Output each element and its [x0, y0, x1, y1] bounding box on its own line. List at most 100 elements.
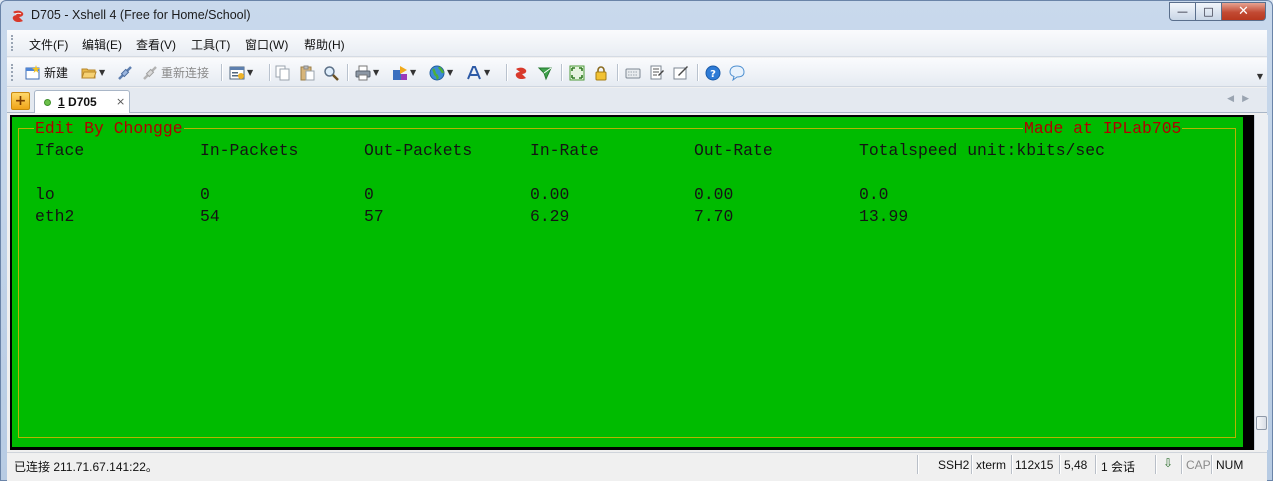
menu-help[interactable]: 帮助(H) [304, 36, 345, 53]
terminal-screen[interactable]: Edit By Chongge Made at IPLab705 Iface I… [12, 117, 1243, 447]
new-session-button[interactable]: 新建 [25, 63, 68, 82]
xftp-icon [537, 67, 552, 80]
banner-left: Edit By Chongge [34, 118, 184, 140]
terminal-size: 112x15 [1015, 458, 1054, 472]
svg-text:?: ? [710, 69, 716, 80]
open-folder-icon [81, 68, 97, 78]
toolbar-separator [561, 64, 562, 81]
header-iface: Iface [35, 141, 85, 160]
reconnect-button[interactable]: 重新连接 [142, 63, 209, 82]
close-button[interactable]: ✕ [1222, 2, 1266, 21]
header-out-rate: Out-Rate [694, 141, 773, 160]
keyboard-button[interactable] [625, 63, 641, 82]
row-eth2-in-packets: 54 [200, 207, 220, 226]
print-button[interactable]: ▼ [355, 63, 379, 82]
banner-right: Made at IPLab705 [1023, 118, 1183, 140]
row-lo-total: 0.0 [859, 185, 889, 204]
lock-button[interactable] [593, 63, 609, 82]
tab-number: 1 [58, 95, 65, 109]
tab-label: 1 D705 [58, 95, 97, 109]
font-button[interactable]: ▼ [466, 63, 490, 82]
menu-bar: 文件(F) 编辑(E) 查看(V) 工具(T) 窗口(W) 帮助(H) [7, 30, 1267, 57]
globe-dropdown-icon[interactable]: ▼ [447, 68, 453, 77]
properties-button[interactable]: ▼ [229, 63, 253, 82]
terminal-pane[interactable]: Edit By Chongge Made at IPLab705 Iface I… [10, 115, 1254, 450]
fullscreen-icon [569, 65, 585, 80]
row-eth2-out-packets: 57 [364, 207, 384, 226]
transfer-icon [393, 65, 407, 80]
xshell-logo-icon[interactable] [10, 8, 26, 24]
title-bar[interactable]: D705 - Xshell 4 (Free for Home/School) —… [1, 1, 1272, 30]
print-dropdown-icon[interactable]: ▼ [373, 68, 379, 77]
header-totalspeed: Totalspeed unit:kbits/sec [859, 141, 1105, 160]
find-button[interactable] [323, 63, 339, 82]
terminal-scrollbar[interactable] [1254, 115, 1268, 450]
maximize-icon: □ [1203, 5, 1214, 18]
transfer-button[interactable]: ▼ [392, 63, 416, 82]
open-button[interactable]: ▼ [81, 63, 105, 82]
toolbar-overflow-icon[interactable]: ▼ [1257, 72, 1263, 81]
print-icon [355, 65, 371, 80]
scrollbar-thumb[interactable] [1256, 416, 1267, 430]
compose-button[interactable] [673, 63, 689, 82]
download-arrow-icon[interactable]: ⇩ [1163, 456, 1173, 470]
tab-scroll-arrows-icon[interactable]: ◀▶ [1227, 94, 1257, 104]
terminal-type: xterm [976, 458, 1006, 472]
transfer-dropdown-icon[interactable]: ▼ [410, 68, 416, 77]
caps-lock-indicator: CAP [1186, 458, 1211, 472]
terminal-box-frame [18, 128, 1236, 438]
font-dropdown-icon[interactable]: ▼ [484, 68, 490, 77]
status-separator [1155, 455, 1156, 474]
tab-bar: + 1 D705 × ◀▶ [7, 88, 1267, 113]
open-dropdown-icon[interactable]: ▼ [99, 68, 105, 77]
toolbar-grip[interactable] [11, 64, 14, 81]
status-separator [1211, 455, 1212, 474]
toolbar-separator [697, 64, 698, 81]
add-tab-button[interactable]: + [11, 92, 30, 110]
header-in-packets: In-Packets [200, 141, 299, 160]
find-icon [324, 65, 339, 81]
toolbar-separator [221, 64, 222, 81]
connection-status-icon [44, 99, 51, 106]
properties-dropdown-icon[interactable]: ▼ [247, 68, 253, 77]
num-lock-indicator: NUM [1216, 458, 1244, 472]
paste-icon [300, 65, 315, 80]
properties-icon [229, 66, 245, 79]
client-area: 文件(F) 编辑(E) 查看(V) 工具(T) 窗口(W) 帮助(H) 新建 ▼ [7, 30, 1268, 481]
chat-button[interactable] [729, 63, 745, 82]
toolbar-separator [347, 64, 348, 81]
minimize-button[interactable]: — [1169, 2, 1196, 21]
fullscreen-button[interactable] [569, 63, 585, 82]
header-out-packets: Out-Packets [364, 141, 473, 160]
paste-button[interactable] [299, 63, 315, 82]
menu-window[interactable]: 窗口(W) [245, 36, 288, 53]
maximize-button[interactable]: □ [1196, 2, 1222, 21]
status-separator [1095, 455, 1096, 474]
tab-d705[interactable]: 1 D705 × [34, 90, 130, 113]
row-eth2-out-rate: 7.70 [694, 207, 734, 226]
copy-button[interactable] [275, 63, 291, 82]
help-icon: ? [705, 65, 721, 80]
reconnect-icon [143, 65, 157, 80]
script-icon [650, 65, 664, 79]
menu-view[interactable]: 查看(V) [136, 36, 176, 53]
toolbar-separator [506, 64, 507, 81]
xshell-button[interactable] [513, 63, 529, 82]
script-button[interactable] [649, 63, 665, 82]
menubar-grip[interactable] [11, 35, 14, 51]
row-lo-in-rate: 0.00 [530, 185, 570, 204]
xftp-button[interactable] [537, 63, 553, 82]
plus-icon: + [14, 93, 27, 109]
status-bar: 已连接 211.71.67.141:22。 SSH2 xterm 112x15 … [7, 452, 1267, 476]
menu-edit[interactable]: 编辑(E) [82, 36, 122, 53]
menu-file[interactable]: 文件(F) [29, 36, 68, 53]
header-in-rate: In-Rate [530, 141, 599, 160]
status-separator [1181, 455, 1182, 474]
tab-close-icon[interactable]: × [116, 95, 125, 108]
connect-button[interactable] [117, 63, 133, 82]
status-separator [917, 455, 918, 474]
menu-tools[interactable]: 工具(T) [191, 36, 230, 53]
help-button[interactable]: ? [705, 63, 721, 82]
globe-button[interactable]: ▼ [429, 63, 453, 82]
app-window: D705 - Xshell 4 (Free for Home/School) —… [0, 0, 1273, 481]
